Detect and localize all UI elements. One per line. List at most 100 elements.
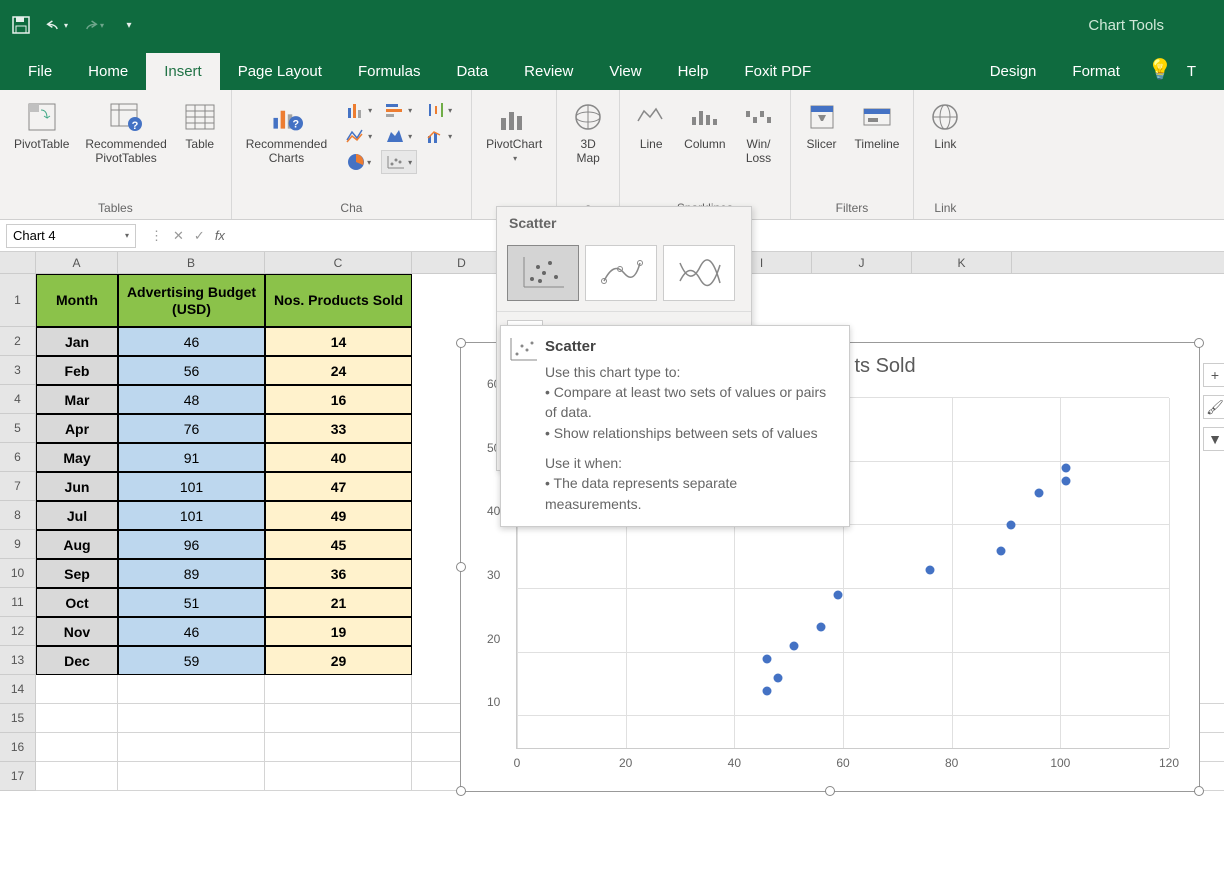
cancel-icon[interactable]: ✕ (173, 228, 184, 244)
data-point[interactable] (762, 654, 771, 663)
empty-cell[interactable] (118, 675, 265, 704)
table-cell[interactable]: 21 (265, 588, 412, 617)
fx-icon[interactable]: fx (215, 228, 225, 243)
table-cell[interactable]: Oct (36, 588, 118, 617)
scatter-option-smooth[interactable] (663, 245, 735, 301)
table-cell[interactable]: Jul (36, 501, 118, 530)
row-header[interactable]: 4 (0, 385, 36, 414)
empty-cell[interactable] (118, 762, 265, 791)
scatter-option-plain[interactable] (507, 245, 579, 301)
table-cell[interactable]: Jan (36, 327, 118, 356)
table-cell[interactable]: Feb (36, 356, 118, 385)
scatter-chart-icon[interactable]: ▾ (381, 150, 417, 174)
link-button[interactable]: Link (926, 98, 964, 153)
data-point[interactable] (925, 565, 934, 574)
table-cell[interactable]: 45 (265, 530, 412, 559)
pivotchart-button[interactable]: PivotChart ▾ (484, 98, 544, 165)
chart-elements-button[interactable]: + (1203, 363, 1224, 387)
table-cell[interactable]: 51 (118, 588, 265, 617)
recommended-charts-button[interactable]: ? Recommended Charts (244, 98, 329, 168)
tab-format[interactable]: Format (1054, 53, 1138, 90)
table-cell[interactable]: Jun (36, 472, 118, 501)
table-cell[interactable]: 46 (118, 327, 265, 356)
chart-filter-button[interactable]: ▼ (1203, 427, 1224, 451)
table-cell[interactable]: 14 (265, 327, 412, 356)
table-cell[interactable]: 59 (118, 646, 265, 675)
save-icon[interactable] (10, 14, 32, 36)
table-cell[interactable]: 36 (265, 559, 412, 588)
chevron-down-icon[interactable]: ▾ (125, 231, 129, 240)
tab-help[interactable]: Help (660, 53, 727, 90)
table-cell[interactable]: 49 (265, 501, 412, 530)
undo-icon[interactable]: ▾ (46, 14, 68, 36)
row-header[interactable]: 17 (0, 762, 36, 791)
table-header-cell[interactable]: Month (36, 274, 118, 327)
row-header[interactable]: 15 (0, 704, 36, 733)
table-cell[interactable]: 47 (265, 472, 412, 501)
data-point[interactable] (1007, 521, 1016, 530)
table-cell[interactable]: Sep (36, 559, 118, 588)
recommended-pivot-button[interactable]: ? Recommended PivotTables (83, 98, 168, 168)
redo-icon[interactable]: ▾ (82, 14, 104, 36)
tell-me-icon[interactable]: 💡 (1138, 49, 1183, 90)
timeline-button[interactable]: Timeline (853, 98, 902, 153)
row-header[interactable]: 14 (0, 675, 36, 704)
empty-cell[interactable] (265, 733, 412, 762)
table-cell[interactable]: May (36, 443, 118, 472)
table-cell[interactable]: Apr (36, 414, 118, 443)
empty-cell[interactable] (265, 762, 412, 791)
tab-home[interactable]: Home (70, 53, 146, 90)
data-point[interactable] (817, 623, 826, 632)
row-header[interactable]: 10 (0, 559, 36, 588)
line-chart-icon[interactable]: ▾ (341, 124, 377, 148)
tab-review[interactable]: Review (506, 53, 591, 90)
row-header[interactable]: 12 (0, 617, 36, 646)
tab-foxit-pdf[interactable]: Foxit PDF (726, 53, 829, 90)
qat-customize-icon[interactable]: ▾ (118, 14, 140, 36)
column-header[interactable]: A (36, 252, 118, 274)
table-cell[interactable]: 29 (265, 646, 412, 675)
select-all-triangle[interactable] (0, 252, 36, 274)
column-header[interactable]: C (265, 252, 412, 274)
tell-me-text[interactable]: T (1183, 53, 1214, 90)
data-point[interactable] (1061, 476, 1070, 485)
table-cell[interactable]: 33 (265, 414, 412, 443)
tab-file[interactable]: File (10, 53, 70, 90)
data-point[interactable] (790, 642, 799, 651)
table-cell[interactable]: Dec (36, 646, 118, 675)
table-cell[interactable]: 56 (118, 356, 265, 385)
data-point[interactable] (773, 674, 782, 683)
data-point[interactable] (1061, 464, 1070, 473)
3d-map-button[interactable]: 3D Map (569, 98, 607, 168)
slicer-button[interactable]: Slicer (803, 98, 841, 153)
row-header[interactable]: 9 (0, 530, 36, 559)
empty-cell[interactable] (118, 733, 265, 762)
row-header[interactable]: 1 (0, 274, 36, 327)
tab-design[interactable]: Design (972, 53, 1055, 90)
empty-cell[interactable] (36, 675, 118, 704)
table-cell[interactable]: 16 (265, 385, 412, 414)
table-cell[interactable]: 46 (118, 617, 265, 646)
column-header[interactable]: K (912, 252, 1012, 274)
row-header[interactable]: 13 (0, 646, 36, 675)
pivot-table-button[interactable]: PivotTable (12, 98, 71, 153)
area-chart-icon[interactable]: ▾ (381, 124, 417, 148)
column-header[interactable]: B (118, 252, 265, 274)
table-cell[interactable]: 48 (118, 385, 265, 414)
empty-cell[interactable] (36, 762, 118, 791)
empty-cell[interactable] (265, 704, 412, 733)
empty-cell[interactable] (36, 704, 118, 733)
row-header[interactable]: 2 (0, 327, 36, 356)
tab-page-layout[interactable]: Page Layout (220, 53, 340, 90)
table-cell[interactable]: 91 (118, 443, 265, 472)
scatter-option-smooth-markers[interactable] (585, 245, 657, 301)
data-point[interactable] (833, 591, 842, 600)
table-cell[interactable]: 76 (118, 414, 265, 443)
chart-styles-button[interactable]: 🖌 (1203, 395, 1224, 419)
table-cell[interactable]: Aug (36, 530, 118, 559)
empty-cell[interactable] (118, 704, 265, 733)
table-header-cell[interactable]: Nos. Products Sold (265, 274, 412, 327)
tab-formulas[interactable]: Formulas (340, 53, 439, 90)
table-cell[interactable]: Mar (36, 385, 118, 414)
sparkline-winloss-button[interactable]: Win/ Loss (740, 98, 778, 168)
